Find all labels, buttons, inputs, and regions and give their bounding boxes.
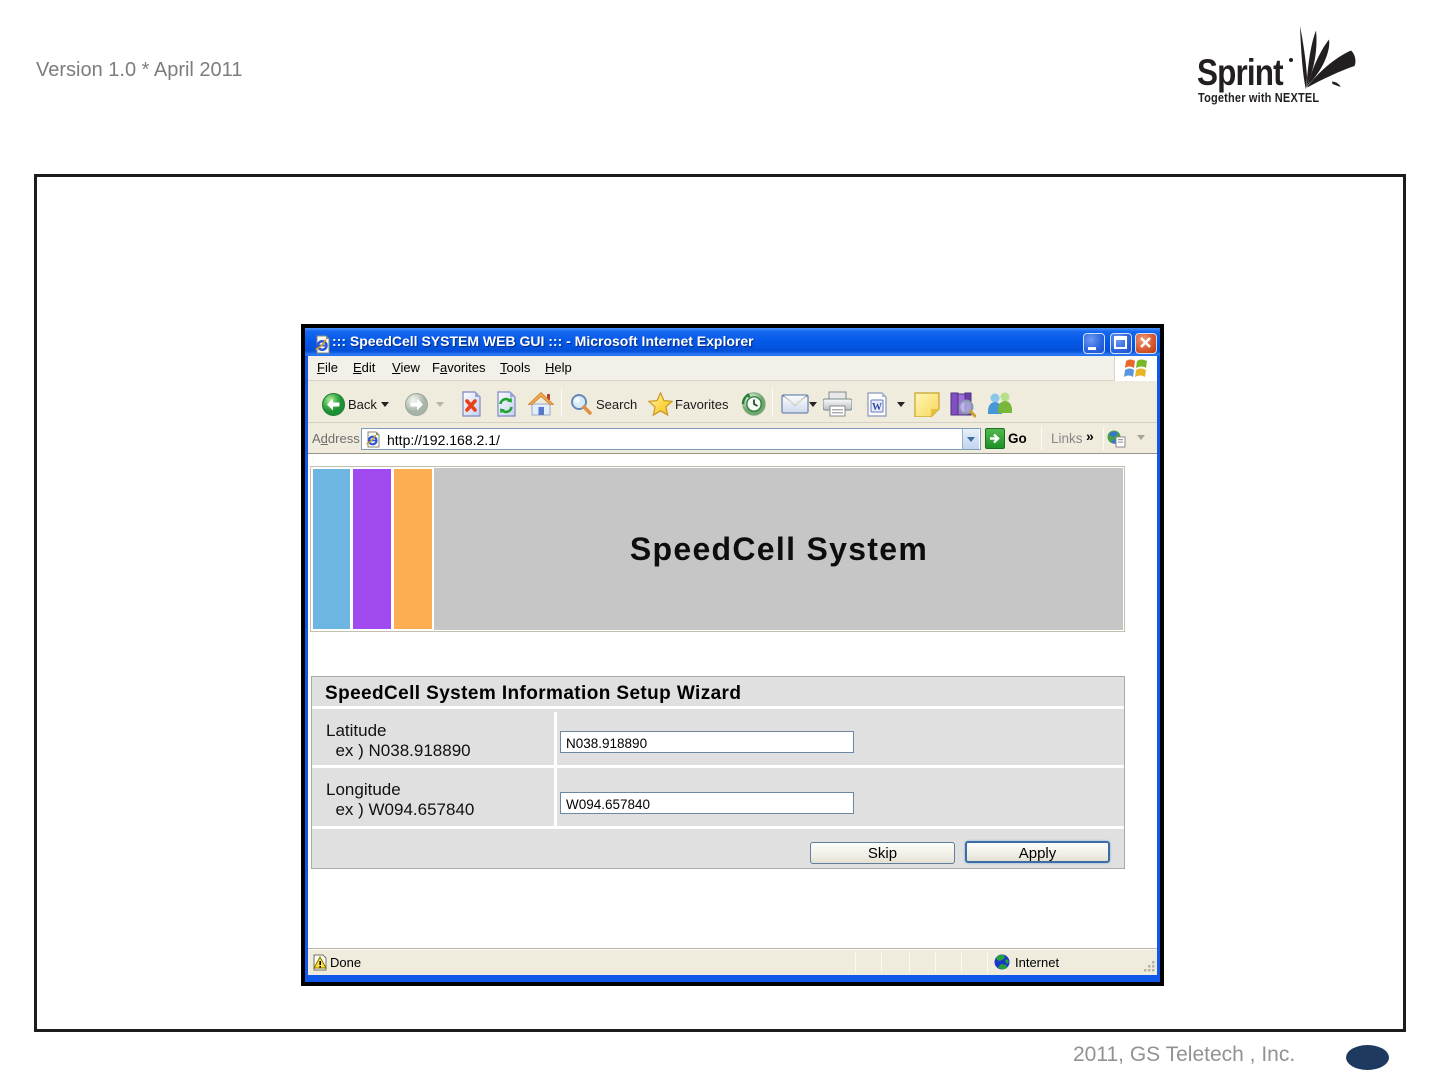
svg-text:W: W — [872, 402, 882, 413]
